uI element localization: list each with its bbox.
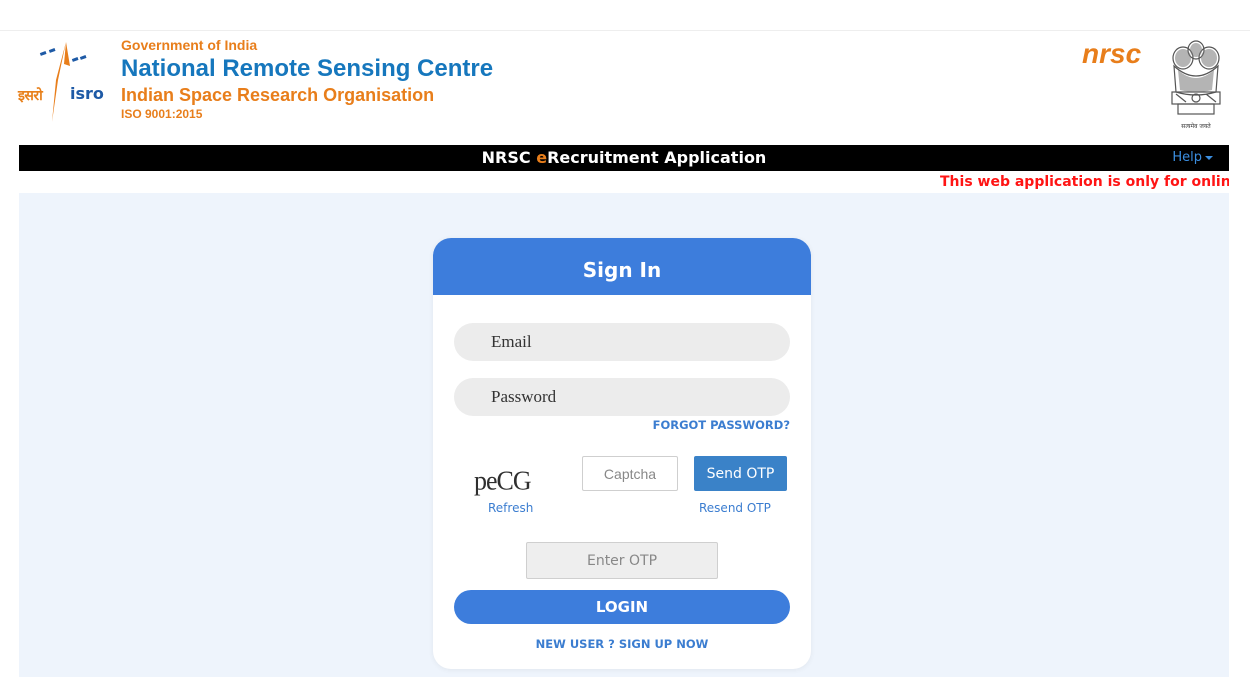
refresh-captcha-link[interactable]: Refresh: [488, 501, 533, 515]
password-input[interactable]: [454, 378, 790, 416]
app-title: NRSC eRecruitment Application: [19, 145, 1229, 171]
national-emblem: सत्यमेव जयते: [1166, 36, 1226, 132]
signin-header: Sign In: [433, 238, 811, 295]
nrsc-title: National Remote Sensing Centre: [121, 55, 494, 82]
login-button[interactable]: LOGIN: [454, 590, 790, 624]
nrsc-logo: nrsc: [1082, 38, 1142, 69]
navbar: NRSC eRecruitment Application Help: [19, 145, 1229, 171]
lion-capital-icon: [1171, 40, 1221, 115]
send-otp-button[interactable]: Send OTP: [694, 456, 787, 491]
isro-hindi-text: इसरो: [18, 88, 43, 104]
marquee: This web application is only for online …: [19, 173, 1229, 193]
marquee-text: This web application is only for online …: [940, 174, 1229, 190]
email-input[interactable]: [454, 323, 790, 361]
top-divider: [0, 30, 1250, 31]
isro-title: Indian Space Research Organisation: [121, 85, 435, 105]
captcha-image: peCG: [474, 465, 532, 496]
help-menu[interactable]: Help: [1172, 145, 1213, 171]
government-label: Government of India: [121, 37, 258, 53]
emblem-motto: सत्यमेव जयते: [1181, 123, 1211, 130]
captcha-input[interactable]: [582, 456, 678, 491]
signup-link[interactable]: NEW USER ? SIGN UP NOW: [433, 637, 811, 651]
caret-down-icon: [1205, 155, 1213, 160]
signin-title: Sign In: [582, 258, 662, 282]
app-title-prefix: NRSC: [481, 148, 537, 167]
app-title-e: e: [536, 148, 548, 167]
app-title-suffix: Recruitment Application: [547, 148, 767, 167]
organisation-block: Government of India National Remote Sens…: [121, 37, 493, 122]
resend-otp-link[interactable]: Resend OTP: [699, 501, 771, 515]
isro-english-text: isro: [70, 84, 104, 103]
isro-rocket-icon: [39, 42, 87, 122]
isro-logo: इसरो isro: [18, 36, 110, 124]
iso-label: ISO 9001:2015: [121, 107, 203, 121]
signin-card: Sign In FORGOT PASSWORD? peCG Refresh Se…: [433, 238, 811, 669]
forgot-password-link[interactable]: FORGOT PASSWORD?: [653, 418, 790, 432]
help-label: Help: [1172, 150, 1202, 165]
otp-input[interactable]: [526, 542, 718, 579]
